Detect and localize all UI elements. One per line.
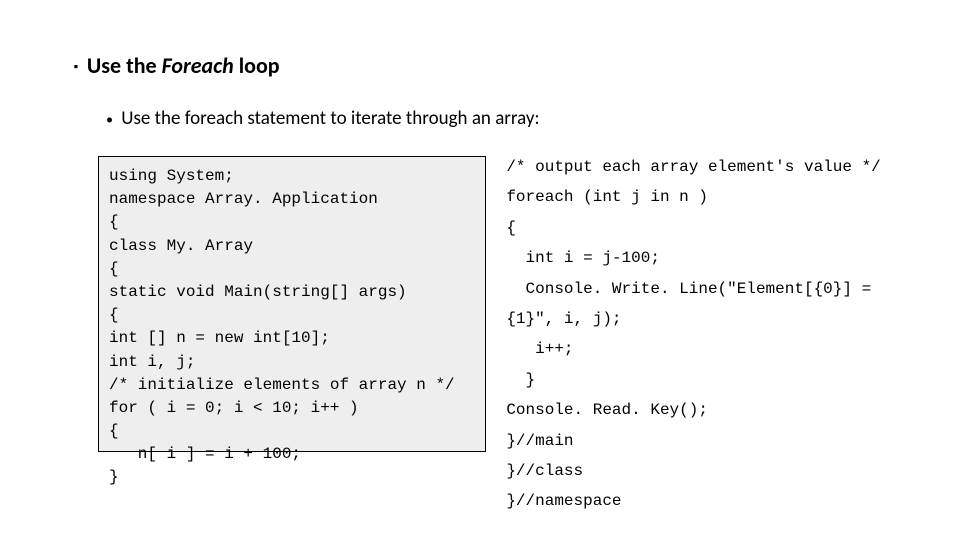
slide: ▪ Use the Foreach loop • Use the foreach…: [0, 0, 960, 540]
title-suffix: loop: [239, 52, 280, 79]
left-code-block: using System; namespace Array. Applicati…: [98, 156, 486, 452]
dot-bullet-icon: •: [106, 111, 113, 128]
sub-bullet-text: Use the foreach statement to iterate thr…: [121, 107, 539, 130]
right-code-block: /* output each array element's value */ …: [506, 152, 896, 517]
square-bullet-icon: ▪: [74, 60, 78, 73]
title-emph: Foreach: [162, 52, 234, 79]
slide-title: ▪ Use the Foreach loop: [74, 52, 896, 79]
sub-bullet: • Use the foreach statement to iterate t…: [106, 107, 896, 130]
code-columns: using System; namespace Array. Applicati…: [98, 156, 896, 517]
title-prefix: Use the: [87, 52, 157, 79]
